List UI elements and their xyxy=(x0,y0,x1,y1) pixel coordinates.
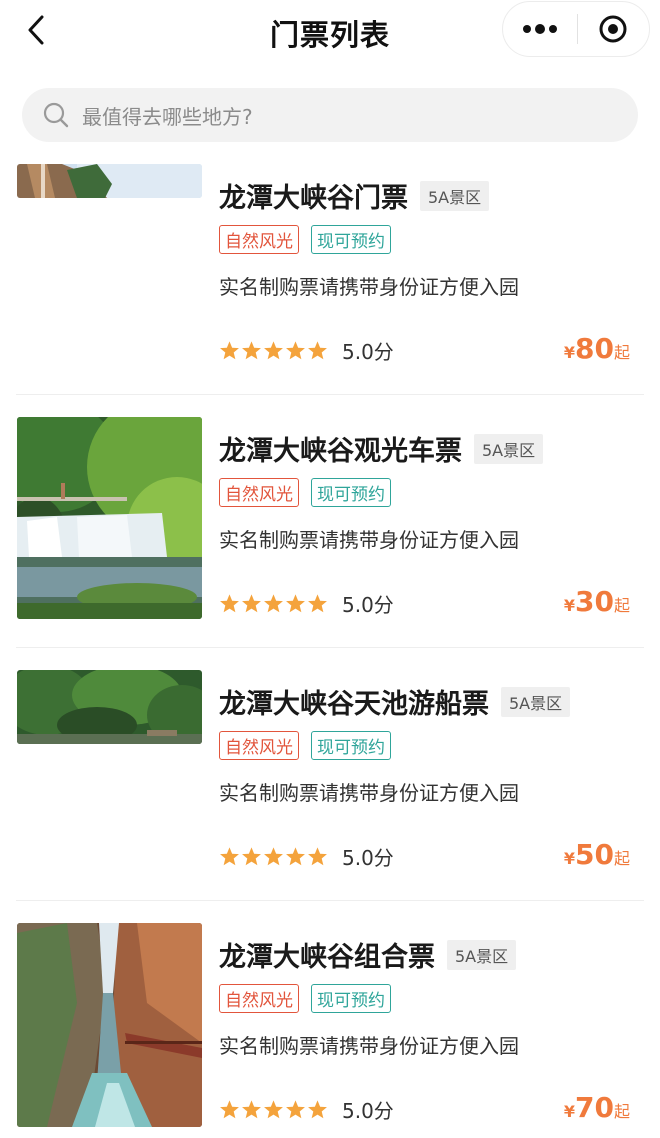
rating: 5.0分 xyxy=(219,336,394,365)
target-circle-icon xyxy=(599,15,627,43)
price-suffix: 起 xyxy=(613,596,630,615)
ticket-description: 实名制购票请携带身份证方便入园 xyxy=(219,781,519,805)
price: ¥ 30 起 xyxy=(564,585,630,618)
rating-score: 5.0分 xyxy=(342,1099,394,1123)
star-icon xyxy=(286,1100,305,1119)
search-placeholder: 最值得去哪些地方? xyxy=(82,104,253,129)
search-bar[interactable]: 最值得去哪些地方? xyxy=(22,88,638,142)
rating-score: 5.0分 xyxy=(342,340,394,364)
star-icon xyxy=(264,594,283,613)
more-dots-icon xyxy=(522,24,557,34)
ticket-thumbnail xyxy=(17,164,202,198)
nav-bar: 门票列表 xyxy=(0,0,660,62)
grade-badge: 5A景区 xyxy=(501,686,571,717)
rating: 5.0分 xyxy=(219,1095,394,1124)
star-icon xyxy=(264,1100,283,1119)
search-icon xyxy=(42,100,72,130)
ticket-description: 实名制购票请携带身份证方便入园 xyxy=(219,1034,519,1058)
ticket-thumbnail xyxy=(17,417,202,619)
ticket-name: 龙潭大峡谷观光车票 xyxy=(219,436,462,467)
price-suffix: 起 xyxy=(613,849,630,868)
star-icon xyxy=(220,847,239,866)
ticket-item[interactable]: 龙潭大峡谷门票 5A景区 自然风光 现可预约 实名制购票请携带身份证方便入园 5… xyxy=(0,142,660,395)
star-icon xyxy=(242,1100,261,1119)
ticket-item[interactable]: 龙潭大峡谷组合票 5A景区 自然风光 现可预约 实名制购票请携带身份证方便入园 … xyxy=(0,901,660,1138)
ticket-item[interactable]: 龙潭大峡谷天池游船票 5A景区 自然风光 现可预约 实名制购票请携带身份证方便入… xyxy=(0,648,660,901)
close-button[interactable] xyxy=(578,1,650,57)
star-icon xyxy=(264,341,283,360)
tag-bookable: 现可预约 xyxy=(311,478,391,507)
ticket-name: 龙潭大峡谷天池游船票 xyxy=(219,689,489,720)
price-value: 70 xyxy=(575,1091,614,1124)
rating: 5.0分 xyxy=(219,589,394,618)
price: ¥ 70 起 xyxy=(564,1091,630,1124)
star-icon xyxy=(308,341,327,360)
star-icon xyxy=(242,594,261,613)
star-rating xyxy=(219,593,329,614)
star-icon xyxy=(286,341,305,360)
ticket-thumbnail xyxy=(17,923,202,1127)
price-suffix: 起 xyxy=(613,343,630,362)
star-icon xyxy=(264,847,283,866)
currency-symbol: ¥ xyxy=(563,1102,576,1121)
star-rating xyxy=(219,1099,329,1120)
rating-score: 5.0分 xyxy=(342,593,394,617)
star-icon xyxy=(286,847,305,866)
price-value: 50 xyxy=(575,838,614,871)
currency-symbol: ¥ xyxy=(563,596,576,615)
currency-symbol: ¥ xyxy=(563,849,576,868)
price-suffix: 起 xyxy=(613,1102,630,1121)
currency-symbol: ¥ xyxy=(563,343,576,362)
star-icon xyxy=(308,1100,327,1119)
grade-badge: 5A景区 xyxy=(474,433,544,464)
tag-bookable: 现可预约 xyxy=(311,225,391,254)
tag-scenery: 自然风光 xyxy=(219,731,299,760)
ticket-description: 实名制购票请携带身份证方便入园 xyxy=(219,275,519,299)
tag-bookable: 现可预约 xyxy=(311,984,391,1013)
star-icon xyxy=(242,341,261,360)
price: ¥ 80 起 xyxy=(564,332,630,365)
mini-program-capsule xyxy=(502,1,650,57)
rating-score: 5.0分 xyxy=(342,846,394,870)
star-icon xyxy=(308,847,327,866)
star-rating xyxy=(219,846,329,867)
star-icon xyxy=(242,847,261,866)
price: ¥ 50 起 xyxy=(564,838,630,871)
star-icon xyxy=(220,594,239,613)
tag-scenery: 自然风光 xyxy=(219,225,299,254)
ticket-item[interactable]: 龙潭大峡谷观光车票 5A景区 自然风光 现可预约 实名制购票请携带身份证方便入园… xyxy=(0,395,660,648)
star-icon xyxy=(220,1100,239,1119)
ticket-thumbnail xyxy=(17,670,202,744)
star-rating xyxy=(219,340,329,361)
ticket-description: 实名制购票请携带身份证方便入园 xyxy=(219,528,519,552)
grade-badge: 5A景区 xyxy=(420,180,490,211)
star-icon xyxy=(220,341,239,360)
tag-bookable: 现可预约 xyxy=(311,731,391,760)
rating: 5.0分 xyxy=(219,842,394,871)
more-button[interactable] xyxy=(503,1,577,57)
tag-scenery: 自然风光 xyxy=(219,478,299,507)
star-icon xyxy=(286,594,305,613)
price-value: 80 xyxy=(575,332,614,365)
ticket-name: 龙潭大峡谷门票 xyxy=(219,183,408,214)
grade-badge: 5A景区 xyxy=(447,939,517,970)
tag-scenery: 自然风光 xyxy=(219,984,299,1013)
ticket-name: 龙潭大峡谷组合票 xyxy=(219,942,435,973)
price-value: 30 xyxy=(575,585,614,618)
star-icon xyxy=(308,594,327,613)
